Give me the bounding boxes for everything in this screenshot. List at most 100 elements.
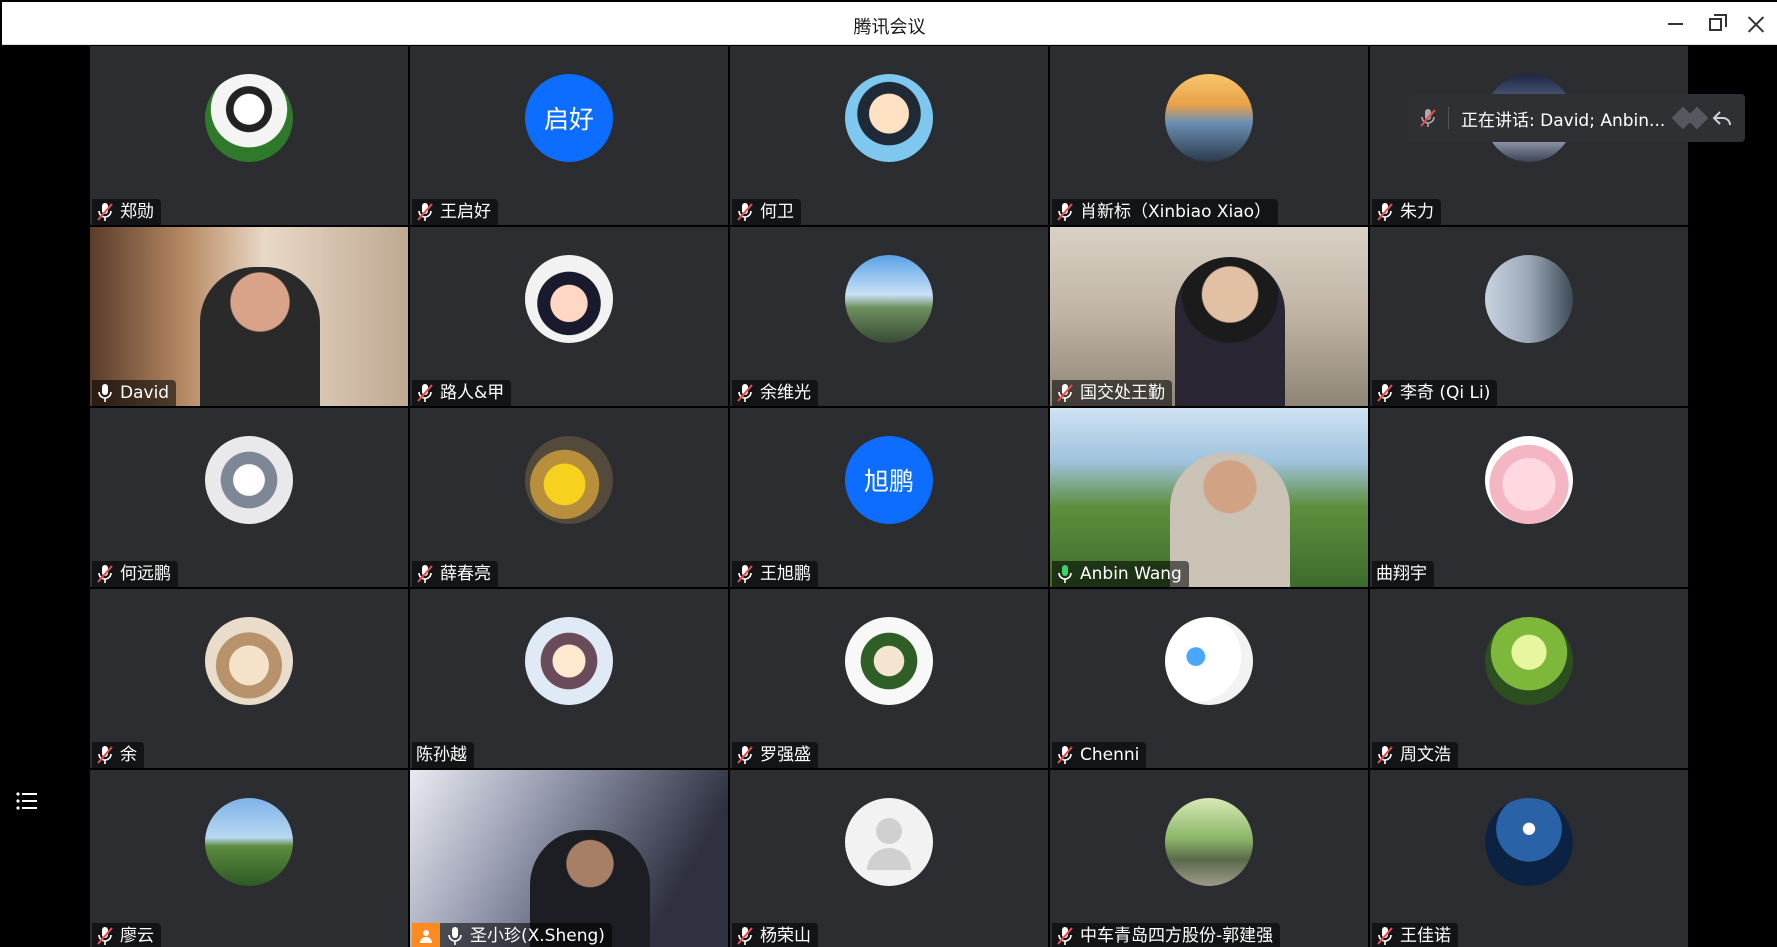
name-tag: 肖新标（Xinbiao Xiao） <box>1052 199 1279 225</box>
participant-tile[interactable]: 罗强盛 <box>730 589 1048 768</box>
name-tag: 廖云 <box>92 923 161 947</box>
avatar <box>845 74 933 162</box>
participant-name: Anbin Wang <box>1080 564 1182 584</box>
participant-tile[interactable]: 旭鹏 王旭鹏 <box>730 408 1048 587</box>
participant-tile-video[interactable]: 国交处王勤 <box>1050 227 1368 406</box>
participant-name: 圣小珍(X.Sheng) <box>470 926 605 946</box>
participant-tile[interactable]: 何远鹏 <box>90 408 408 587</box>
video-feed <box>410 770 728 947</box>
restore-button[interactable] <box>1698 9 1732 39</box>
minimize-button[interactable] <box>1658 9 1692 39</box>
participant-tile-video[interactable]: Anbin Wang <box>1050 408 1368 587</box>
participant-tile[interactable]: 薛春亮 <box>410 408 728 587</box>
name-tag: 曲翔宇 <box>1372 561 1434 587</box>
participant-tile-video-active[interactable]: David <box>90 227 408 406</box>
mic-muted-icon <box>416 202 434 222</box>
participant-tile[interactable]: 陈孙越 <box>410 589 728 768</box>
mic-on-icon <box>96 383 114 403</box>
avatar <box>845 617 933 705</box>
participant-name: 国交处王勤 <box>1080 383 1165 403</box>
mic-muted-icon <box>1056 745 1074 765</box>
participant-name: 何卫 <box>760 202 794 222</box>
participant-name: Chenni <box>1080 745 1140 765</box>
mic-speaking-icon <box>1056 564 1074 584</box>
participant-tile[interactable]: 王佳诺 <box>1370 770 1688 947</box>
back-arrow-icon[interactable] <box>1709 106 1735 130</box>
participant-tile[interactable]: 周文浩 <box>1370 589 1688 768</box>
participant-tile[interactable]: Chenni <box>1050 589 1368 768</box>
participant-name: 中车青岛四方股份-郭建强 <box>1080 926 1274 946</box>
avatar <box>1165 798 1253 886</box>
participant-tile[interactable]: 肖新标（Xinbiao Xiao） <box>1050 46 1368 225</box>
participant-tile[interactable]: 廖云 <box>90 770 408 947</box>
participant-name: 廖云 <box>120 926 154 946</box>
name-tag: 王启好 <box>412 199 498 225</box>
name-tag: 国交处王勤 <box>1052 380 1172 406</box>
mic-on-icon <box>446 926 464 946</box>
avatar <box>205 74 293 162</box>
avatar <box>205 798 293 886</box>
avatar <box>525 255 613 343</box>
participant-grid: 郑勋 启好 王启好 何卫 肖新标（Xinbiao Xiao） 朱力 David … <box>90 46 1690 947</box>
participant-name: 杨荣山 <box>760 926 811 946</box>
participant-tile[interactable]: 何卫 <box>730 46 1048 225</box>
member-list-button[interactable] <box>12 786 42 816</box>
close-button[interactable] <box>1739 9 1773 39</box>
name-tag: 王佳诺 <box>1372 923 1458 947</box>
participant-name: 王旭鹏 <box>760 564 811 584</box>
participant-name: 路人&甲 <box>440 383 505 403</box>
name-tag: 陈孙越 <box>412 742 474 768</box>
user-share-icon <box>412 923 440 947</box>
name-tag: 杨荣山 <box>732 923 818 947</box>
avatar <box>1485 255 1573 343</box>
title-bar: 腾讯会议 <box>2 2 1777 45</box>
mic-muted-icon <box>1418 108 1438 128</box>
name-tag: 郑勋 <box>92 199 161 225</box>
participant-tile-video[interactable]: 圣小珍(X.Sheng) <box>410 770 728 947</box>
participant-tile[interactable]: 余 <box>90 589 408 768</box>
participant-tile[interactable]: 余维光 <box>730 227 1048 406</box>
name-tag: 王旭鹏 <box>732 561 818 587</box>
participant-name: 曲翔宇 <box>1376 564 1427 584</box>
avatar <box>1485 617 1573 705</box>
participant-tile[interactable]: 曲翔宇 <box>1370 408 1688 587</box>
participant-tile[interactable]: 启好 王启好 <box>410 46 728 225</box>
mic-muted-icon <box>1376 202 1394 222</box>
participant-tile[interactable]: 路人&甲 <box>410 227 728 406</box>
avatar <box>205 436 293 524</box>
mic-muted-icon <box>736 745 754 765</box>
mic-muted-icon <box>96 745 114 765</box>
participant-name: 薛春亮 <box>440 564 491 584</box>
avatar: 启好 <box>525 74 613 162</box>
participant-name: 郑勋 <box>120 202 154 222</box>
speaking-indicator[interactable]: 正在讲话: David; Anbin... <box>1408 94 1745 142</box>
mic-muted-icon <box>736 202 754 222</box>
mic-muted-icon <box>1056 383 1074 403</box>
mic-muted-icon <box>736 926 754 946</box>
participant-name: 余 <box>120 745 137 765</box>
mic-muted-icon <box>1376 926 1394 946</box>
mic-muted-icon <box>1056 202 1074 222</box>
mic-muted-icon <box>96 926 114 946</box>
mic-muted-icon <box>416 383 434 403</box>
name-tag: 何卫 <box>732 199 801 225</box>
name-tag: 中车青岛四方股份-郭建强 <box>1052 923 1281 947</box>
name-tag: 罗强盛 <box>732 742 818 768</box>
avatar <box>205 617 293 705</box>
mic-muted-icon <box>736 564 754 584</box>
window-title: 腾讯会议 <box>853 17 926 38</box>
participant-tile[interactable]: 李奇 (Qi Li) <box>1370 227 1688 406</box>
participant-name: 王佳诺 <box>1400 926 1451 946</box>
participant-name: 肖新标（Xinbiao Xiao） <box>1080 202 1272 222</box>
restore-icon <box>1708 13 1727 31</box>
name-tag: 余 <box>92 742 144 768</box>
name-tag: David <box>92 380 177 406</box>
avatar <box>1485 798 1573 886</box>
avatar <box>525 617 613 705</box>
participant-name: 朱力 <box>1400 202 1434 222</box>
participant-tile[interactable]: 杨荣山 <box>730 770 1048 947</box>
name-tag: 朱力 <box>1372 199 1441 225</box>
participant-tile[interactable]: 郑勋 <box>90 46 408 225</box>
mic-muted-icon <box>96 202 114 222</box>
participant-tile[interactable]: 中车青岛四方股份-郭建强 <box>1050 770 1368 947</box>
